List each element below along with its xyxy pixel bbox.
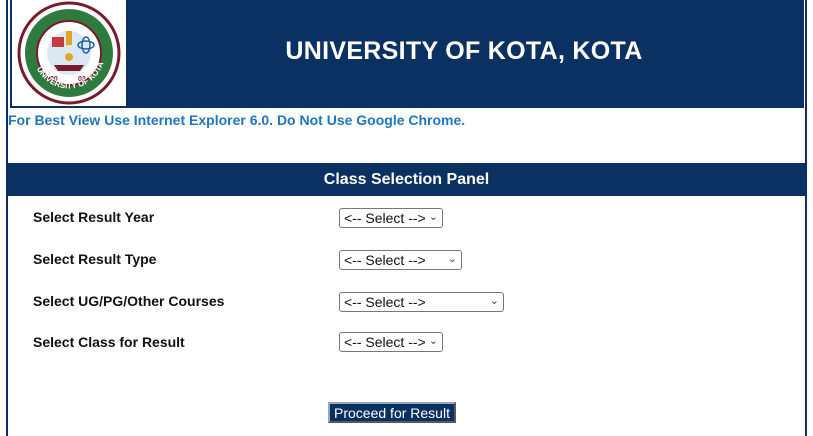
class-label: Select Class for Result [33,334,185,350]
result-type-value: <-- Select --> [344,252,426,268]
result-year-select[interactable]: <-- Select --> ⌄ [339,208,443,228]
result-type-label: Select Result Type [33,251,157,267]
class-value: <-- Select --> [344,334,426,350]
result-type-select[interactable]: <-- Select --> ⌄ [339,250,462,270]
courses-label: Select UG/PG/Other Courses [33,293,225,309]
courses-select[interactable]: <-- Select --> ⌄ [339,292,504,312]
browser-notice: For Best View Use Internet Explorer 6.0.… [8,112,466,128]
header: 20 03 UNIVERSITY OF KOTA · KOTA UNIVERSI… [10,0,804,108]
panel-title: Class Selection Panel [8,163,805,196]
class-select[interactable]: <-- Select --> ⌄ [339,332,443,352]
result-year-value: <-- Select --> [344,210,426,226]
courses-value: <-- Select --> [344,294,426,310]
university-seal-icon: 20 03 UNIVERSITY OF KOTA · KOTA [14,1,121,105]
result-year-label: Select Result Year [33,209,155,225]
header-band: UNIVERSITY OF KOTA, KOTA [126,0,802,106]
proceed-button[interactable]: Proceed for Result [328,402,456,423]
university-logo: 20 03 UNIVERSITY OF KOTA · KOTA [12,0,126,106]
chevron-down-icon: ⌄ [428,335,438,347]
university-title: UNIVERSITY OF KOTA, KOTA [285,36,643,65]
chevron-down-icon: ⌄ [489,295,499,307]
chevron-down-icon: ⌄ [447,253,457,265]
chevron-down-icon: ⌄ [428,211,438,223]
